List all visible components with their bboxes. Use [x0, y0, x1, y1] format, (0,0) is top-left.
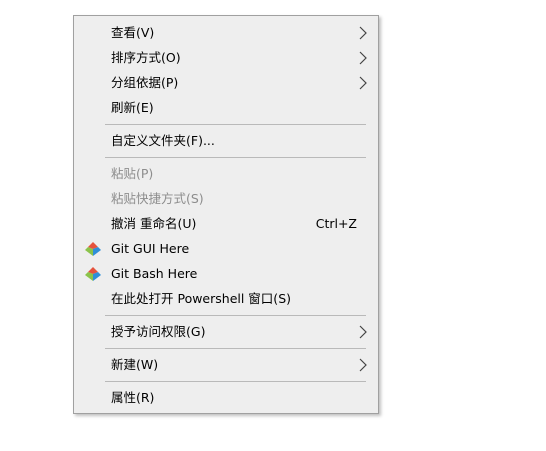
menu-item-paste-shortcut: 粘贴快捷方式(S)	[74, 187, 378, 211]
menu-item-label: 刷新(E)	[111, 100, 154, 115]
context-menu: 查看(V) 排序方式(O) 分组依据(P) 刷新(E) 自定义文件夹(F)...…	[73, 15, 379, 414]
menu-item-label: 在此处打开 Powershell 窗口(S)	[111, 291, 291, 306]
menu-item-paste: 粘贴(P)	[74, 162, 378, 186]
menu-item-label: 自定义文件夹(F)...	[111, 133, 215, 148]
menu-item-view[interactable]: 查看(V)	[74, 21, 378, 45]
menu-separator	[105, 381, 366, 382]
menu-item-git-bash-here[interactable]: Git Bash Here	[74, 262, 378, 286]
menu-item-label: 粘贴快捷方式(S)	[111, 191, 204, 206]
git-icon	[85, 242, 101, 256]
menu-separator	[105, 315, 366, 316]
menu-separator	[105, 124, 366, 125]
menu-item-label: 粘贴(P)	[111, 166, 154, 181]
chevron-right-icon	[359, 76, 367, 90]
menu-item-label: Git GUI Here	[111, 241, 190, 256]
menu-item-undo-rename[interactable]: 撤消 重命名(U) Ctrl+Z	[74, 212, 378, 236]
menu-item-git-gui-here[interactable]: Git GUI Here	[74, 237, 378, 261]
menu-item-open-powershell[interactable]: 在此处打开 Powershell 窗口(S)	[74, 287, 378, 311]
menu-item-shortcut: Ctrl+Z	[315, 216, 357, 231]
menu-item-label: 撤消 重命名(U)	[111, 216, 197, 231]
chevron-right-icon	[359, 325, 367, 339]
git-icon	[85, 267, 101, 281]
menu-item-label: 授予访问权限(G)	[111, 324, 206, 339]
menu-item-sort-by[interactable]: 排序方式(O)	[74, 46, 378, 70]
chevron-right-icon	[359, 26, 367, 40]
menu-item-label: 属性(R)	[111, 390, 155, 405]
menu-item-refresh[interactable]: 刷新(E)	[74, 96, 378, 120]
menu-item-new[interactable]: 新建(W)	[74, 353, 378, 377]
menu-item-give-access[interactable]: 授予访问权限(G)	[74, 320, 378, 344]
menu-separator	[105, 348, 366, 349]
menu-item-label: 分组依据(P)	[111, 75, 179, 90]
menu-item-label: Git Bash Here	[111, 266, 198, 281]
menu-item-label: 新建(W)	[111, 357, 159, 372]
menu-item-label: 排序方式(O)	[111, 50, 181, 65]
menu-item-label: 查看(V)	[111, 25, 155, 40]
chevron-right-icon	[359, 51, 367, 65]
menu-separator	[105, 157, 366, 158]
menu-item-properties[interactable]: 属性(R)	[74, 386, 378, 410]
chevron-right-icon	[359, 358, 367, 372]
menu-item-customize-folder[interactable]: 自定义文件夹(F)...	[74, 129, 378, 153]
menu-item-group-by[interactable]: 分组依据(P)	[74, 71, 378, 95]
